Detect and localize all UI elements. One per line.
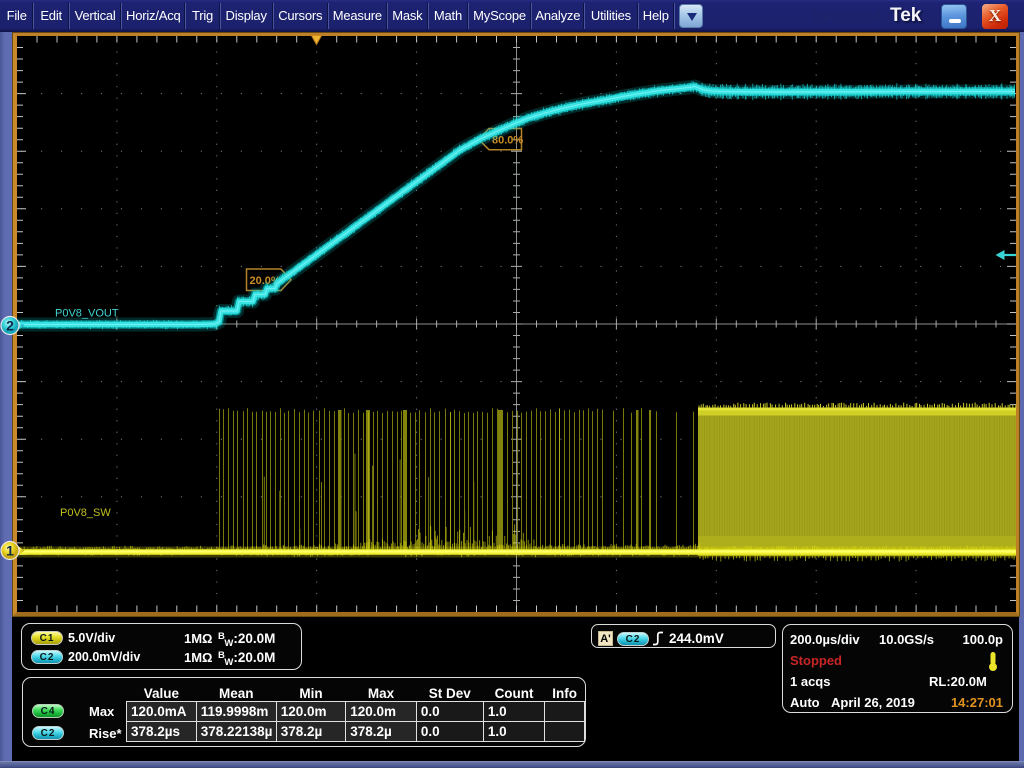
svg-text:1: 1 — [6, 543, 14, 559]
svg-text:P0V8_VOUT: P0V8_VOUT — [55, 308, 119, 320]
svg-text:P0V8_SW: P0V8_SW — [60, 507, 111, 519]
svg-text:2: 2 — [6, 318, 14, 334]
